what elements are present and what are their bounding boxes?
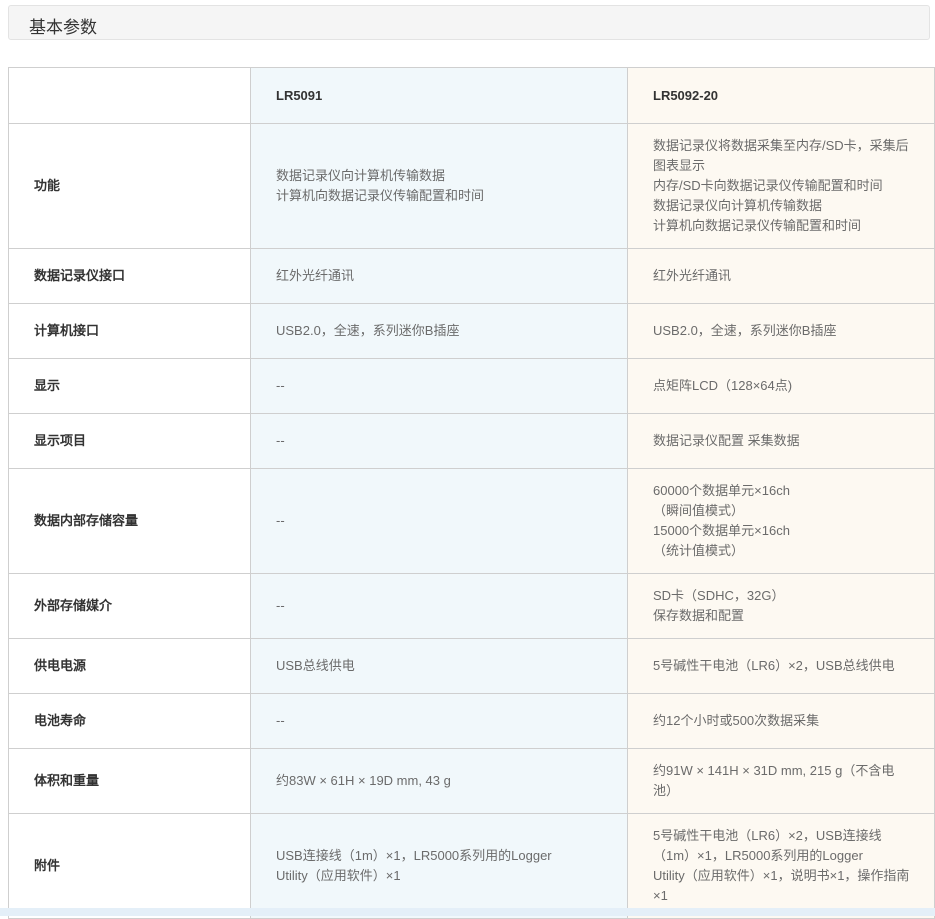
value-line: 数据记录仪向计算机传输数据: [653, 198, 823, 213]
value-line: 约83W × 61H × 19D mm, 43 g: [276, 773, 451, 788]
value-line: 数据记录仪配置 采集数据: [653, 433, 800, 448]
value-line: 60000个数据单元×16ch: [653, 483, 790, 498]
row-label: 功能: [8, 123, 251, 249]
value-line: 约12个小时或500次数据采集: [653, 713, 820, 728]
row-label: 数据记录仪接口: [8, 248, 251, 304]
model-a-value: --: [250, 573, 628, 639]
table-row: 功能 数据记录仪向计算机传输数据 计算机向数据记录仪传输配置和时间 数据记录仪将…: [8, 123, 935, 249]
value-line: 5号碱性干电池（LR6）×2，USB连接线: [653, 828, 882, 843]
row-label: 计算机接口: [8, 303, 251, 359]
header-empty-cell: [8, 67, 251, 124]
value-line: 计算机向数据记录仪传输配置和时间: [653, 218, 862, 233]
model-a-value: 红外光纤通讯: [250, 248, 628, 304]
model-b-value: 5号碱性干电池（LR6）×2，USB连接线 （1m）×1，LR5000系列用的L…: [627, 813, 935, 919]
model-b-value: SD卡（SDHC，32G） 保存数据和配置: [627, 573, 935, 639]
model-a-value: --: [250, 468, 628, 574]
table-row: 附件 USB连接线（1m）×1，LR5000系列用的Logger Utility…: [8, 813, 935, 919]
value-line: Utility（应用软件）×1，说明书×1，操作指南: [653, 868, 910, 883]
row-label: 显示项目: [8, 413, 251, 469]
table-row: 数据内部存储容量 -- 60000个数据单元×16ch （瞬间值模式） 1500…: [8, 468, 935, 574]
bottom-strip: [0, 908, 935, 916]
value-line: （统计值模式）: [653, 543, 745, 558]
model-b-value: 数据记录仪将数据采集至内存/SD卡，采集后 图表显示 内存/SD卡向数据记录仪传…: [627, 123, 935, 249]
value-line: USB连接线（1m）×1，LR5000系列用的Logger: [276, 848, 552, 863]
value-line: SD卡（SDHC，32G）: [653, 588, 785, 603]
row-label: 显示: [8, 358, 251, 414]
value-line: 图表显示: [653, 158, 706, 173]
model-a-value: 约83W × 61H × 19D mm, 43 g: [250, 748, 628, 814]
value-line: USB总线供电: [276, 658, 355, 673]
value-line: （瞬间值模式）: [653, 503, 745, 518]
value-line: 红外光纤通讯: [653, 268, 732, 283]
value-line: Utility（应用软件）×1: [276, 868, 401, 883]
value-line: 内存/SD卡向数据记录仪传输配置和时间: [653, 178, 883, 193]
section-header: 基本参数: [8, 5, 930, 40]
table-row: 显示 -- 点矩阵LCD（128×64点): [8, 358, 935, 414]
header-model-b: LR5092-20: [627, 67, 935, 124]
model-a-value: USB连接线（1m）×1，LR5000系列用的Logger Utility（应用…: [250, 813, 628, 919]
value-line: 红外光纤通讯: [276, 268, 355, 283]
value-line: ×1: [653, 888, 668, 903]
value-line: 约91W × 141H × 31D mm, 215 g（不含电: [653, 763, 895, 778]
model-b-value: USB2.0，全速，系列迷你B插座: [627, 303, 935, 359]
row-label: 数据内部存储容量: [8, 468, 251, 574]
table-header-row: LR5091 LR5092-20: [8, 67, 935, 124]
model-a-value: --: [250, 358, 628, 414]
table-row: 外部存储媒介 -- SD卡（SDHC，32G） 保存数据和配置: [8, 573, 935, 639]
value-line: 保存数据和配置: [653, 608, 745, 623]
value-line: 15000个数据单元×16ch: [653, 523, 790, 538]
value-line: --: [276, 378, 285, 393]
value-line: --: [276, 433, 285, 448]
value-line: 5号碱性干电池（LR6）×2，USB总线供电: [653, 658, 895, 673]
table-row: 数据记录仪接口 红外光纤通讯 红外光纤通讯: [8, 248, 935, 304]
header-model-a: LR5091: [250, 67, 628, 124]
value-line: --: [276, 598, 285, 613]
row-label: 体积和重量: [8, 748, 251, 814]
model-b-value: 数据记录仪配置 采集数据: [627, 413, 935, 469]
value-line: 计算机向数据记录仪传输配置和时间: [276, 188, 485, 203]
model-a-value: --: [250, 693, 628, 749]
value-line: （1m）×1，LR5000系列用的Logger: [653, 848, 863, 863]
row-label: 供电电源: [8, 638, 251, 694]
model-b-value: 约12个小时或500次数据采集: [627, 693, 935, 749]
model-b-value: 约91W × 141H × 31D mm, 215 g（不含电 池）: [627, 748, 935, 814]
value-line: 数据记录仪向计算机传输数据: [276, 168, 446, 183]
value-line: 池）: [653, 783, 680, 798]
table-row: 显示项目 -- 数据记录仪配置 采集数据: [8, 413, 935, 469]
table-row: 体积和重量 约83W × 61H × 19D mm, 43 g 约91W × 1…: [8, 748, 935, 814]
model-b-value: 5号碱性干电池（LR6）×2，USB总线供电: [627, 638, 935, 694]
model-a-value: USB2.0，全速，系列迷你B插座: [250, 303, 628, 359]
table-row: 供电电源 USB总线供电 5号碱性干电池（LR6）×2，USB总线供电: [8, 638, 935, 694]
spec-table: LR5091 LR5092-20 功能 数据记录仪向计算机传输数据 计算机向数据…: [8, 67, 935, 919]
section-title: 基本参数: [29, 18, 97, 37]
row-label: 外部存储媒介: [8, 573, 251, 639]
value-line: --: [276, 713, 285, 728]
table-row: 电池寿命 -- 约12个小时或500次数据采集: [8, 693, 935, 749]
table-row: 计算机接口 USB2.0，全速，系列迷你B插座 USB2.0，全速，系列迷你B插…: [8, 303, 935, 359]
model-a-value: 数据记录仪向计算机传输数据 计算机向数据记录仪传输配置和时间: [250, 123, 628, 249]
model-a-value: USB总线供电: [250, 638, 628, 694]
model-a-value: --: [250, 413, 628, 469]
model-b-value: 红外光纤通讯: [627, 248, 935, 304]
value-line: 点矩阵LCD（128×64点): [653, 378, 793, 393]
value-line: --: [276, 513, 285, 528]
model-b-value: 60000个数据单元×16ch （瞬间值模式） 15000个数据单元×16ch …: [627, 468, 935, 574]
value-line: USB2.0，全速，系列迷你B插座: [653, 323, 837, 338]
value-line: USB2.0，全速，系列迷你B插座: [276, 323, 460, 338]
row-label: 电池寿命: [8, 693, 251, 749]
row-label: 附件: [8, 813, 251, 919]
model-b-value: 点矩阵LCD（128×64点): [627, 358, 935, 414]
value-line: 数据记录仪将数据采集至内存/SD卡，采集后: [653, 138, 909, 153]
